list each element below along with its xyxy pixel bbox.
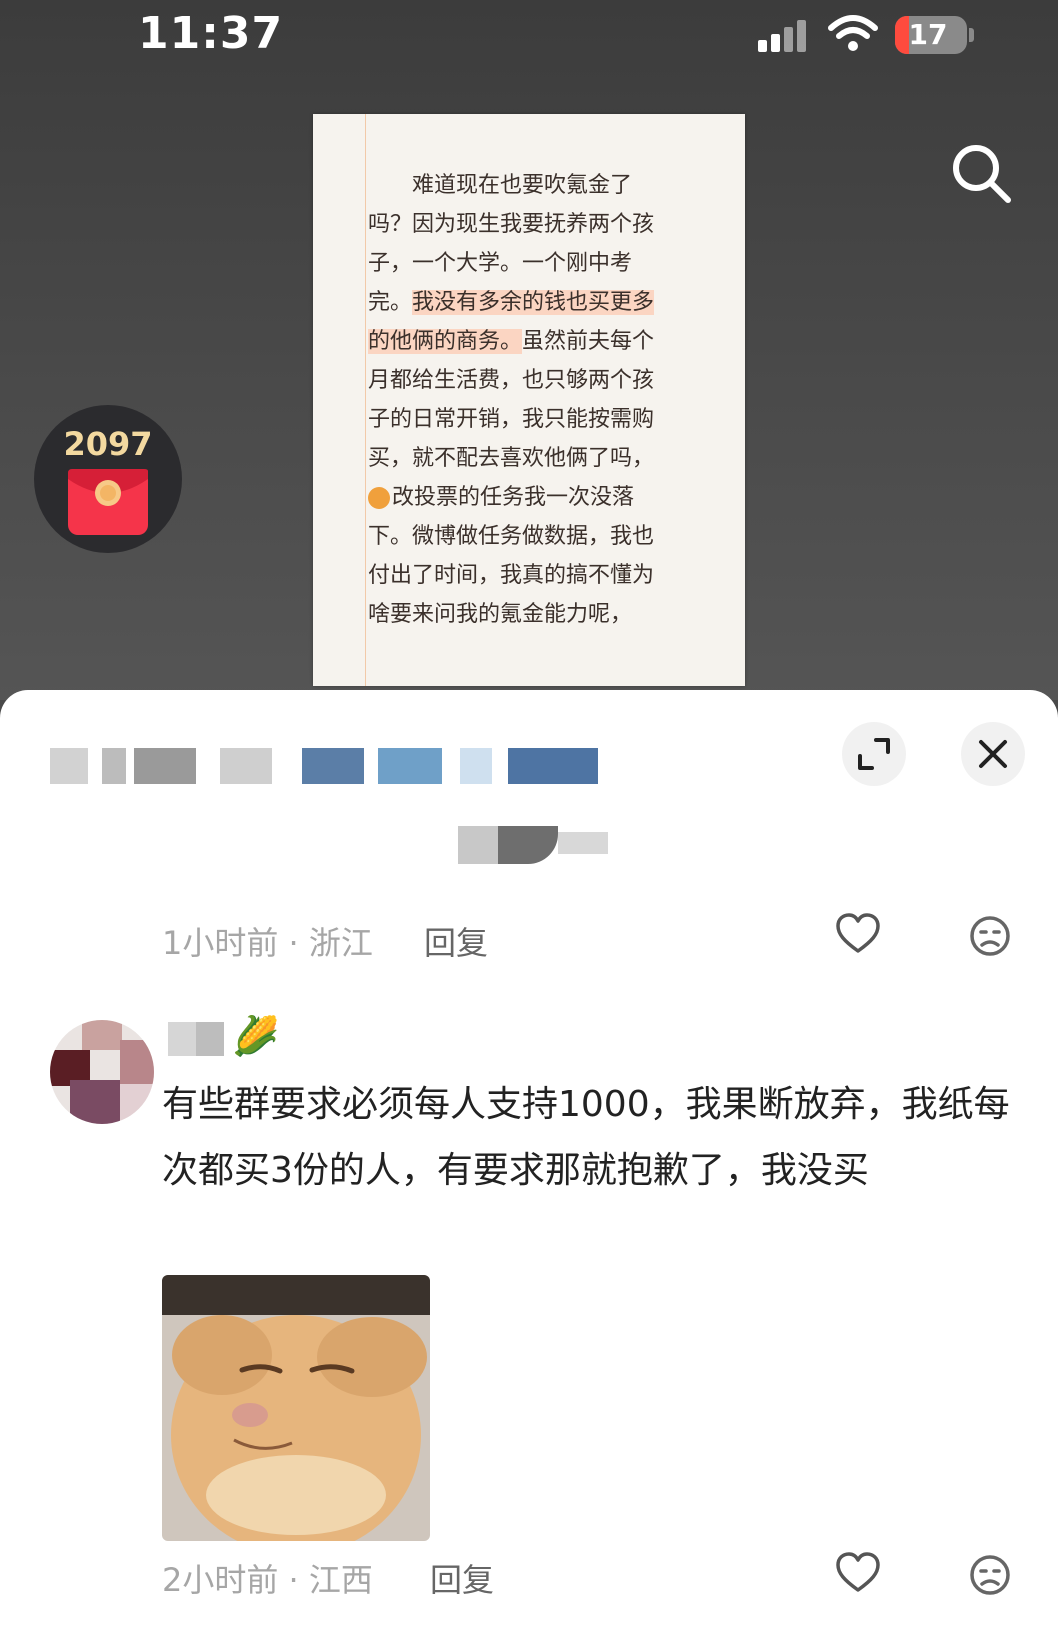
battery-level: 17 bbox=[908, 18, 948, 51]
avatar[interactable] bbox=[50, 1020, 154, 1124]
doc-line: 改投票的任务我一次没落 bbox=[368, 478, 668, 517]
wifi-icon bbox=[828, 15, 878, 51]
status-time: 11:37 bbox=[138, 8, 284, 59]
doc-line: 完。我没有多余的钱也买更多 bbox=[368, 283, 668, 322]
comment-time-location: 2小时前 · 江西 bbox=[162, 1561, 373, 1599]
heart-icon[interactable] bbox=[834, 910, 882, 958]
document-screenshot: 难道现在也要吹氪金了 吗？因为现生我要抚养两个孩 子，一个大学。一个刚中考 完。… bbox=[313, 114, 745, 686]
coin-icon bbox=[368, 487, 390, 509]
doc-text-segment: 改投票的任务我一次没落 bbox=[392, 485, 635, 510]
doc-highlight: 我没有多余的钱也买更多 bbox=[412, 290, 655, 315]
doc-text-segment: 虽然前夫每个 bbox=[522, 329, 655, 354]
comment-meta-row: 1小时前 · 浙江 回复 bbox=[162, 918, 1022, 962]
doc-line: 的他俩的商务。虽然前夫每个 bbox=[368, 322, 668, 361]
doc-line: 买，就不配去喜欢他俩了吗， bbox=[368, 446, 655, 471]
dislike-face-icon[interactable] bbox=[966, 912, 1014, 960]
comment-meta-row: 2小时前 · 江西 回复 bbox=[162, 1555, 1022, 1599]
dislike-face-icon[interactable] bbox=[966, 1551, 1014, 1599]
doc-highlight: 的他俩的商务。 bbox=[368, 329, 523, 354]
reply-button[interactable]: 回复 bbox=[424, 918, 488, 964]
corn-emoji: 🌽 bbox=[232, 1014, 280, 1058]
heart-icon[interactable] bbox=[834, 1549, 882, 1597]
doc-line: 付出了时间，我真的搞不懂为 bbox=[368, 563, 655, 588]
battery-tip bbox=[969, 28, 974, 42]
doc-text-segment: 完。 bbox=[368, 290, 413, 315]
expand-icon[interactable] bbox=[842, 722, 906, 786]
battery-icon: 17 bbox=[895, 16, 967, 54]
comment-time-location: 1小时前 · 浙江 bbox=[162, 924, 373, 962]
username-redacted bbox=[168, 1022, 224, 1056]
red-envelope-icon bbox=[68, 469, 148, 535]
doc-line: 难道现在也要吹氪金了 bbox=[412, 173, 633, 198]
document-text: 难道现在也要吹氪金了 吗？因为现生我要抚养两个孩 子，一个大学。一个刚中考 完。… bbox=[368, 166, 668, 634]
doc-line: 子，一个大学。一个刚中考 bbox=[368, 251, 633, 276]
red-packet-count: 2097 bbox=[63, 425, 153, 463]
doc-line: 下。微博做任务做数据，我也 bbox=[368, 524, 655, 549]
comment-text: 有些群要求必须每人支持1000，我果断放弃，我纸每次都买3份的人，有要求那就抱歉… bbox=[162, 1084, 1010, 1191]
cat-meme-image[interactable] bbox=[162, 1275, 430, 1541]
redacted-comment-text bbox=[458, 826, 613, 864]
doc-line: 啥要来问我的氪金能力呢， bbox=[368, 602, 633, 627]
red-packet-button[interactable]: 2097 bbox=[34, 405, 182, 553]
doc-line: 月都给生活费，也只够两个孩 bbox=[368, 368, 655, 393]
doc-line: 子的日常开销，我只能按需购 bbox=[368, 407, 655, 432]
close-icon[interactable] bbox=[961, 722, 1025, 786]
signal-icon bbox=[758, 18, 814, 52]
comment-sheet-title-redacted bbox=[50, 748, 598, 784]
reply-button[interactable]: 回复 bbox=[430, 1555, 494, 1601]
search-icon[interactable] bbox=[948, 140, 1018, 210]
status-bar: 11:37 17 bbox=[0, 0, 1058, 70]
doc-line: 吗？因为现生我要抚养两个孩 bbox=[368, 212, 655, 237]
